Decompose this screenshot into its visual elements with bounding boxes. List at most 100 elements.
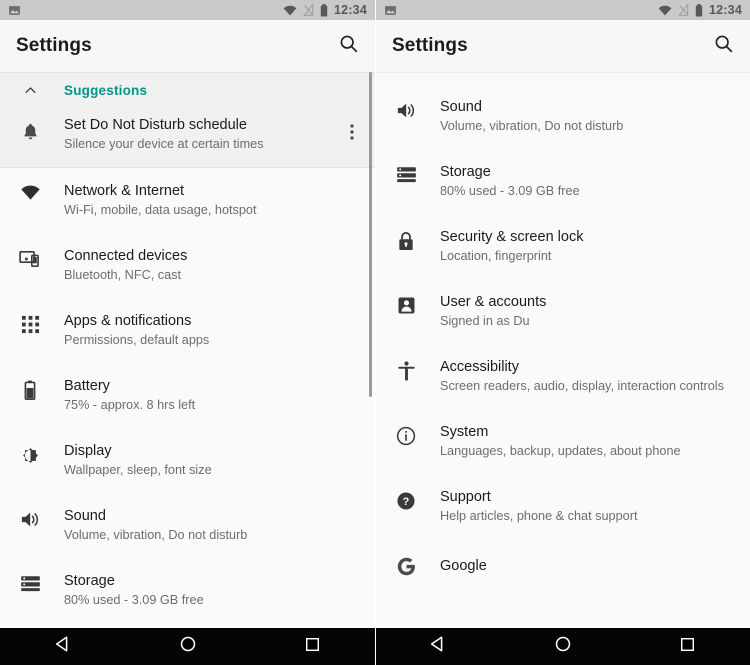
settings-row-subtitle: 75% - approx. 8 hrs left [64, 398, 196, 412]
settings-row-display-clipped[interactable]: Wallpaper, sleep, font size [376, 72, 750, 84]
settings-row-subtitle: Wi-Fi, mobile, data usage, hotspot [64, 203, 257, 217]
battery-icon [695, 3, 703, 17]
wifi-icon [283, 5, 297, 16]
suggestion-item-dnd[interactable]: Set Do Not Disturb schedule Silence your… [0, 108, 375, 167]
settings-row-battery[interactable]: Battery 75% - approx. 8 hrs left [0, 363, 375, 428]
app-bar-right: Settings [376, 20, 750, 72]
settings-row-subtitle: Wallpaper, sleep, font size [440, 72, 588, 74]
page-title: Settings [392, 35, 468, 56]
settings-row-subtitle: Help articles, phone & chat support [440, 509, 638, 523]
search-button[interactable] [713, 33, 734, 59]
settings-row-connected-devices[interactable]: Connected devices Bluetooth, NFC, cast [0, 233, 375, 298]
settings-scroll-area-left[interactable]: Suggestions Set Do Not Disturb schedule … [0, 72, 375, 628]
settings-row-title: Display [64, 443, 112, 459]
system-nav-bar-left [0, 628, 375, 665]
settings-row-title: Security & screen lock [440, 229, 584, 245]
google-g-icon [389, 556, 423, 577]
settings-row-title: Storage [64, 573, 115, 589]
settings-row-support[interactable]: ? Support Help articles, phone & chat su… [376, 474, 750, 539]
home-circle-icon [179, 635, 197, 658]
settings-row-text: Network & Internet Wi-Fi, mobile, data u… [64, 182, 257, 219]
volume-icon [389, 98, 423, 120]
scrollbar-thumb-left[interactable] [369, 72, 372, 397]
settings-row-apps[interactable]: Apps & notifications Permissions, defaul… [0, 298, 375, 363]
brightness-icon [13, 442, 47, 466]
search-icon [338, 33, 359, 59]
settings-row-text: Display Wallpaper, sleep, font size [64, 442, 212, 479]
settings-row-text: Accessibility Screen readers, audio, dis… [440, 358, 724, 395]
settings-row-text: Storage 80% used - 3.09 GB free [64, 572, 204, 609]
cast-devices-icon [13, 247, 47, 268]
back-button[interactable] [33, 635, 93, 658]
settings-row-subtitle: Volume, vibration, Do not disturb [440, 119, 624, 133]
settings-row-storage[interactable]: Storage 80% used - 3.09 GB free [376, 149, 750, 214]
app-bar-left: Settings [0, 20, 375, 72]
status-bar-system-icons: 12:34 [283, 2, 367, 17]
recents-button[interactable] [658, 636, 718, 658]
suggestions-label: Suggestions [64, 82, 148, 98]
settings-row-text: User & accounts Signed in as Du [440, 293, 546, 330]
settings-row-security[interactable]: Security & screen lock Location, fingerp… [376, 214, 750, 279]
settings-row-subtitle: Screen readers, audio, display, interact… [440, 379, 724, 393]
settings-row-sound[interactable]: Sound Volume, vibration, Do not disturb [376, 84, 750, 149]
settings-row-user-accounts[interactable]: User & accounts Signed in as Du [376, 279, 750, 344]
back-triangle-icon [429, 635, 447, 658]
settings-row-subtitle: Location, fingerprint [440, 249, 552, 263]
settings-row-title: Sound [64, 508, 106, 524]
settings-row-text: Battery 75% - approx. 8 hrs left [64, 377, 195, 414]
status-bar-left: 12:34 [0, 0, 375, 20]
settings-row-subtitle: Volume, vibration, Do not disturb [64, 528, 248, 542]
settings-row-sound[interactable]: Sound Volume, vibration, Do not disturb [0, 493, 375, 558]
chevron-up-icon[interactable] [13, 83, 47, 98]
status-bar-clock: 12:34 [334, 2, 367, 17]
settings-row-title: Accessibility [440, 359, 519, 375]
settings-row-subtitle: Permissions, default apps [64, 333, 210, 347]
search-button[interactable] [338, 33, 359, 59]
home-button[interactable] [158, 635, 218, 658]
lock-icon [389, 228, 423, 252]
person-icon [389, 293, 423, 315]
suggestion-title: Set Do Not Disturb schedule [64, 117, 247, 133]
suggestion-text: Set Do Not Disturb schedule Silence your… [64, 116, 339, 153]
settings-row-text: Connected devices Bluetooth, NFC, cast [64, 247, 187, 284]
suggestions-section: Suggestions Set Do Not Disturb schedule … [0, 72, 375, 167]
settings-row-text: Security & screen lock Location, fingerp… [440, 228, 583, 265]
settings-row-title: User & accounts [440, 294, 547, 310]
status-bar-right: 12:34 [376, 0, 750, 20]
settings-row-subtitle: Bluetooth, NFC, cast [64, 268, 182, 282]
apps-grid-icon [13, 312, 47, 334]
back-button[interactable] [408, 635, 468, 658]
settings-row-text: Sound Volume, vibration, Do not disturb [440, 98, 623, 135]
settings-row-accessibility[interactable]: Accessibility Screen readers, audio, dis… [376, 344, 750, 409]
settings-row-text: System Languages, backup, updates, about… [440, 423, 681, 460]
bell-icon [13, 116, 47, 141]
battery-icon [320, 3, 328, 17]
settings-row-google[interactable]: Google [376, 539, 750, 594]
settings-row-title: Sound [440, 99, 482, 115]
suggestion-subtitle: Silence your device at certain times [64, 137, 264, 151]
battery-icon [13, 377, 47, 400]
phone-screen-right: 12:34 Settings Wallpaper, sleep, font [375, 0, 750, 665]
settings-row-text: Google [440, 557, 487, 576]
settings-row-title: Support [440, 489, 491, 505]
recents-button[interactable] [283, 636, 343, 658]
settings-row-title: Connected devices [64, 248, 188, 264]
settings-row-network[interactable]: Network & Internet Wi-Fi, mobile, data u… [0, 168, 375, 233]
home-button[interactable] [533, 635, 593, 658]
image-icon [8, 4, 21, 17]
settings-row-system[interactable]: System Languages, backup, updates, about… [376, 409, 750, 474]
kebab-menu-icon[interactable] [339, 116, 365, 140]
settings-scroll-area-right[interactable]: Wallpaper, sleep, font size Sound Volume… [376, 72, 750, 628]
settings-row-text: Sound Volume, vibration, Do not disturb [64, 507, 247, 544]
signal-off-icon [678, 4, 689, 16]
recents-square-icon [304, 636, 321, 658]
settings-row-storage[interactable]: Storage 80% used - 3.09 GB free [0, 558, 375, 623]
suggestions-header[interactable]: Suggestions [0, 72, 375, 108]
page-title: Settings [16, 35, 92, 56]
help-icon: ? [389, 488, 423, 511]
status-bar-notifications [384, 4, 397, 17]
wifi-icon [658, 5, 672, 16]
settings-row-subtitle: Signed in as Du [440, 314, 530, 328]
settings-row-display[interactable]: Display Wallpaper, sleep, font size [0, 428, 375, 493]
storage-icon [13, 572, 47, 592]
